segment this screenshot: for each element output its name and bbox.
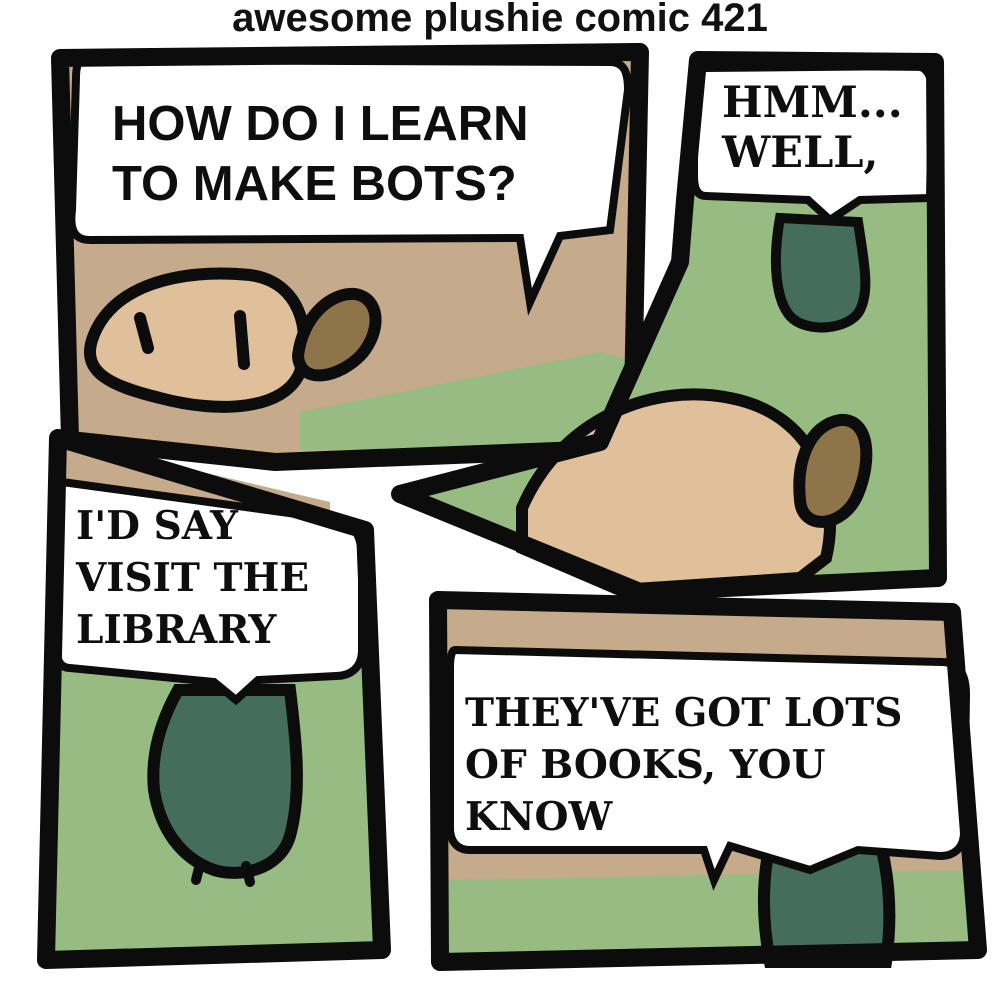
panel-1-plush-body	[84, 267, 311, 413]
speech-text-panel-4: THEY'VE GOT LOTS OF BOOKS, YOU KNOW	[465, 690, 903, 840]
panel-2-plush-ear	[793, 414, 873, 528]
comic: awesome plushie comic 421 HOW DO I LEARN…	[0, 0, 1000, 1000]
panel-3-bird-foot-left	[191, 859, 205, 885]
speech-text-panel-1: HOW DO I LEARN TO MAKE BOTS?	[112, 97, 529, 211]
panel-2-bird-plush	[770, 212, 871, 333]
speech-text-panel-2: HMM... WELL,	[722, 78, 903, 178]
speech-text-panel-3: I'D SAY VISIT THE LIBRARY	[76, 503, 310, 653]
panel-3-bird-foot-right	[241, 861, 255, 887]
panel-1-plush-eye-right	[234, 310, 250, 370]
panel-3-bird-plush	[147, 684, 303, 879]
panel-1-plush-eye-left	[134, 312, 154, 354]
comic-title: awesome plushie comic 421	[232, 0, 768, 40]
